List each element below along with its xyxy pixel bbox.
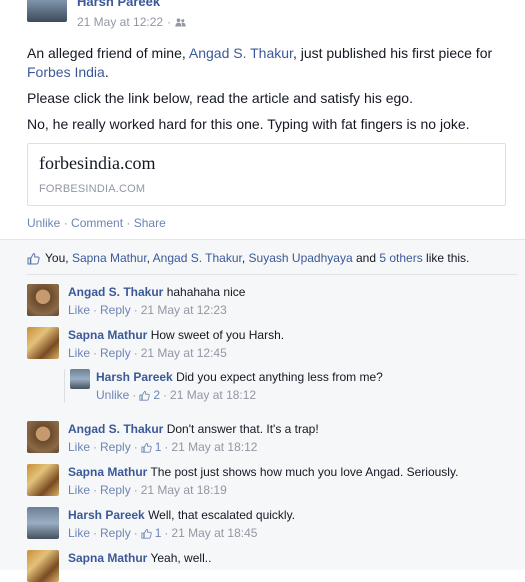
commenter-avatar[interactable] bbox=[27, 284, 59, 316]
reply-unlike-button[interactable]: Unlike bbox=[96, 388, 129, 402]
liker-sapna[interactable]: Sapna Mathur bbox=[72, 251, 147, 265]
comment-like-button[interactable]: Like bbox=[68, 440, 90, 454]
replier-name[interactable]: Harsh Pareek bbox=[96, 370, 173, 384]
comment-timestamp[interactable]: 21 May at 18:19 bbox=[141, 483, 227, 497]
reply-timestamp[interactable]: 21 May at 18:12 bbox=[170, 388, 256, 402]
link-preview-title[interactable]: forbesindia.com bbox=[39, 153, 155, 174]
comments-section: You, Sapna Mathur, Angad S. Thakur, Suya… bbox=[0, 239, 525, 582]
link-preview-domain: FORBESINDIA.COM bbox=[39, 183, 146, 195]
likes-you: You, bbox=[45, 251, 69, 265]
commenter-avatar[interactable] bbox=[27, 327, 59, 359]
post-author-avatar[interactable] bbox=[27, 0, 67, 22]
commenter-name[interactable]: Angad S. Thakur bbox=[68, 285, 163, 299]
friends-icon[interactable] bbox=[175, 17, 186, 27]
post-meta: 21 May at 12:22 · bbox=[77, 15, 186, 29]
comment-like-button[interactable]: Like bbox=[68, 303, 90, 317]
comment-reply-button[interactable]: Reply bbox=[100, 440, 131, 454]
replier-avatar[interactable] bbox=[70, 369, 90, 389]
likes-summary: You, Sapna Mathur, Angad S. Thakur, Suya… bbox=[27, 251, 469, 265]
post-actions: Unlike · Comment · Share bbox=[27, 216, 166, 230]
commenter-avatar[interactable] bbox=[27, 507, 59, 539]
comment-like-count[interactable]: 1 bbox=[155, 440, 162, 454]
comment-timestamp[interactable]: 21 May at 18:45 bbox=[171, 526, 257, 540]
commenter-name[interactable]: Sapna Mathur bbox=[68, 465, 147, 479]
like-count-thumb-icon bbox=[139, 390, 151, 401]
post-body: An alleged friend of mine, Angad S. Thak… bbox=[27, 44, 517, 141]
unlike-button[interactable]: Unlike bbox=[27, 216, 60, 230]
like-count-thumb-icon bbox=[141, 528, 152, 539]
liker-suyash[interactable]: Suyash Upadhyaya bbox=[249, 251, 353, 265]
meta-separator: · bbox=[167, 15, 172, 29]
comment-reply: Harsh Pareek Did you expect anything les… bbox=[64, 369, 505, 403]
comment-like-button[interactable]: Like bbox=[68, 526, 90, 540]
likes-others-link[interactable]: 5 others bbox=[379, 251, 422, 265]
post-author-name[interactable]: Harsh Pareek bbox=[77, 0, 160, 9]
comment-like-button[interactable]: Like bbox=[68, 346, 90, 360]
commenter-avatar[interactable] bbox=[27, 421, 59, 453]
like-count-thumb-icon bbox=[141, 442, 152, 453]
comment-reply-button[interactable]: Reply bbox=[100, 346, 131, 360]
comment-timestamp[interactable]: 21 May at 12:45 bbox=[141, 346, 227, 360]
share-button[interactable]: Share bbox=[134, 216, 166, 230]
reply-like-count[interactable]: 2 bbox=[153, 388, 160, 402]
comment-text: hahahaha nice bbox=[166, 285, 246, 299]
comment-reply-button[interactable]: Reply bbox=[100, 526, 131, 540]
commenter-avatar[interactable] bbox=[27, 464, 59, 496]
comment-text: Yeah, well.. bbox=[150, 551, 212, 565]
comment-text: How sweet of you Harsh. bbox=[150, 328, 285, 342]
commenter-name[interactable]: Angad S. Thakur bbox=[68, 422, 163, 436]
comment-timestamp[interactable]: 21 May at 12:23 bbox=[141, 303, 227, 317]
post-paragraph-3: No, he really worked hard for this one. … bbox=[27, 116, 470, 132]
reply-text: Did you expect anything less from me? bbox=[176, 370, 383, 384]
divider bbox=[27, 274, 517, 275]
commenter-name[interactable]: Harsh Pareek bbox=[68, 508, 145, 522]
comment-reply-button[interactable]: Reply bbox=[100, 303, 131, 317]
post-paragraph-2: Please click the link below, read the ar… bbox=[27, 90, 413, 106]
liker-angad[interactable]: Angad S. Thakur bbox=[153, 251, 242, 265]
comment-like-count[interactable]: 1 bbox=[155, 526, 162, 540]
comment-text: Well, that escalated quickly. bbox=[148, 508, 296, 522]
mention-angad[interactable]: Angad S. Thakur bbox=[189, 45, 293, 61]
comment-text: The post just shows how much you love An… bbox=[150, 465, 459, 479]
comment-like-button[interactable]: Like bbox=[68, 483, 90, 497]
commenter-name[interactable]: Sapna Mathur bbox=[68, 551, 147, 565]
link-preview-card[interactable]: forbesindia.com FORBESINDIA.COM bbox=[27, 143, 506, 206]
like-thumb-icon bbox=[27, 252, 40, 264]
comment-button[interactable]: Comment bbox=[71, 216, 123, 230]
comment-timestamp[interactable]: 21 May at 18:12 bbox=[171, 440, 257, 454]
comment-reply-button[interactable]: Reply bbox=[100, 483, 131, 497]
mention-forbes-india[interactable]: Forbes India bbox=[27, 64, 105, 80]
commenter-avatar[interactable] bbox=[27, 550, 59, 582]
post-timestamp[interactable]: 21 May at 12:22 bbox=[77, 15, 163, 29]
comment-text: Don't answer that. It's a trap! bbox=[166, 422, 319, 436]
commenter-name[interactable]: Sapna Mathur bbox=[68, 328, 147, 342]
post-paragraph-1: An alleged friend of mine, Angad S. Thak… bbox=[27, 45, 493, 80]
